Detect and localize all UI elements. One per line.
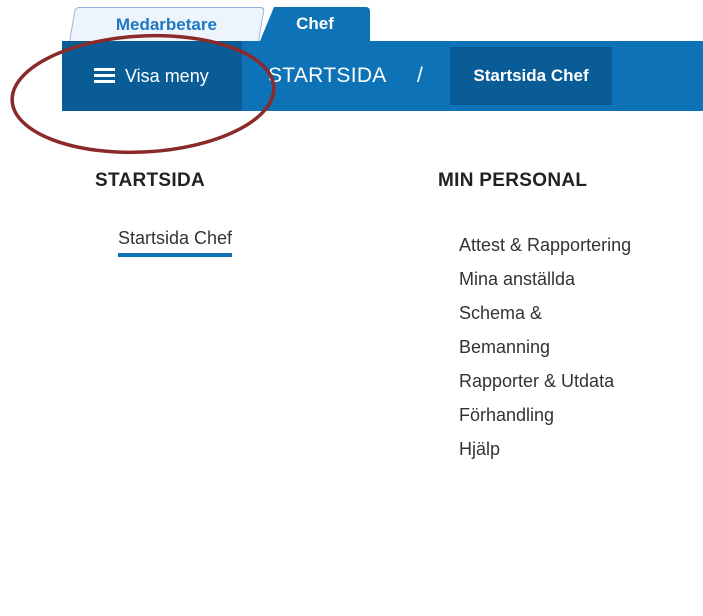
- menu-link-rapporter[interactable]: Rapporter & Utdata: [459, 364, 679, 398]
- header-bar: Visa meny STARTSIDA / Startsida Chef: [62, 41, 703, 111]
- menu-link-mina-anstallda[interactable]: Mina anställda: [459, 262, 679, 296]
- breadcrumb-startsida[interactable]: STARTSIDA: [268, 41, 387, 111]
- startsida-heading: STARTSIDA: [95, 170, 206, 191]
- show-menu-label: Visa meny: [125, 65, 209, 86]
- hamburger-icon: [94, 68, 115, 84]
- tab-chef[interactable]: Chef: [260, 7, 370, 41]
- menu-link-forhandling[interactable]: Förhandling: [459, 398, 679, 432]
- menu-link-hjalp[interactable]: Hjälp: [459, 432, 679, 466]
- tab-medarbetare[interactable]: Medarbetare: [69, 7, 265, 41]
- menu-link-attest[interactable]: Attest & Rapportering: [459, 228, 679, 262]
- min-personal-heading: MIN PERSONAL: [438, 170, 588, 191]
- menu-link-schema[interactable]: Schema & Bemanning: [459, 296, 569, 364]
- breadcrumb-separator: /: [417, 64, 423, 87]
- startsida-chef-link[interactable]: Startsida Chef: [118, 228, 233, 257]
- tab-bar: Medarbetare Chef: [62, 7, 703, 42]
- breadcrumb-current[interactable]: Startsida Chef: [450, 47, 612, 105]
- tab-chef-label: Chef: [296, 14, 334, 33]
- show-menu-button[interactable]: Visa meny: [62, 41, 242, 111]
- min-personal-list: Attest & Rapportering Mina anställda Sch…: [459, 228, 679, 466]
- tab-medarbetare-label: Medarbetare: [116, 15, 218, 34]
